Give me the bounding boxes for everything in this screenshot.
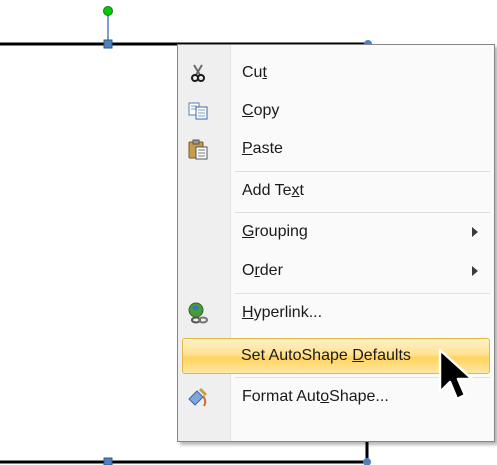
format-shape-icon — [186, 385, 210, 409]
menu-item-label: Add Text — [242, 182, 304, 199]
menu-item-label: Set AutoShape Defaults — [241, 347, 411, 364]
menu-item-label: Hyperlink... — [242, 304, 323, 321]
paste-icon — [186, 137, 210, 161]
resize-handle-top[interactable] — [103, 39, 113, 49]
mouse-cursor-icon — [438, 348, 474, 401]
menu-item-order[interactable]: Order — [180, 253, 492, 289]
menu-separator — [235, 293, 490, 294]
menu-item-add-text[interactable]: Add Text — [180, 173, 492, 209]
menu-item-label: Paste — [242, 140, 283, 157]
submenu-arrow-icon — [472, 266, 478, 276]
menu-separator — [235, 171, 490, 172]
menu-item-label: Order — [242, 262, 283, 279]
menu-item-copy[interactable]: Copy — [180, 93, 492, 129]
menu-item-label: Grouping — [242, 223, 308, 240]
resize-handle-bottom[interactable] — [103, 457, 113, 465]
hyperlink-icon — [186, 301, 210, 325]
menu-item-label: Format AutoShape... — [242, 388, 389, 405]
copy-icon — [186, 99, 210, 123]
menu-item-grouping[interactable]: Grouping — [180, 214, 492, 250]
menu-item-cut[interactable]: Cut — [180, 55, 492, 91]
submenu-arrow-icon — [472, 227, 478, 237]
menu-item-label: Cut — [242, 64, 267, 81]
endpoint-handle-bottom-right[interactable] — [363, 458, 371, 465]
menu-item-hyperlink[interactable]: Hyperlink... — [180, 295, 492, 331]
menu-item-label: Copy — [242, 102, 280, 119]
menu-separator — [235, 212, 490, 213]
rotation-handle[interactable] — [103, 6, 113, 16]
menu-item-paste[interactable]: Paste — [180, 131, 492, 167]
scissors-icon — [186, 61, 210, 85]
